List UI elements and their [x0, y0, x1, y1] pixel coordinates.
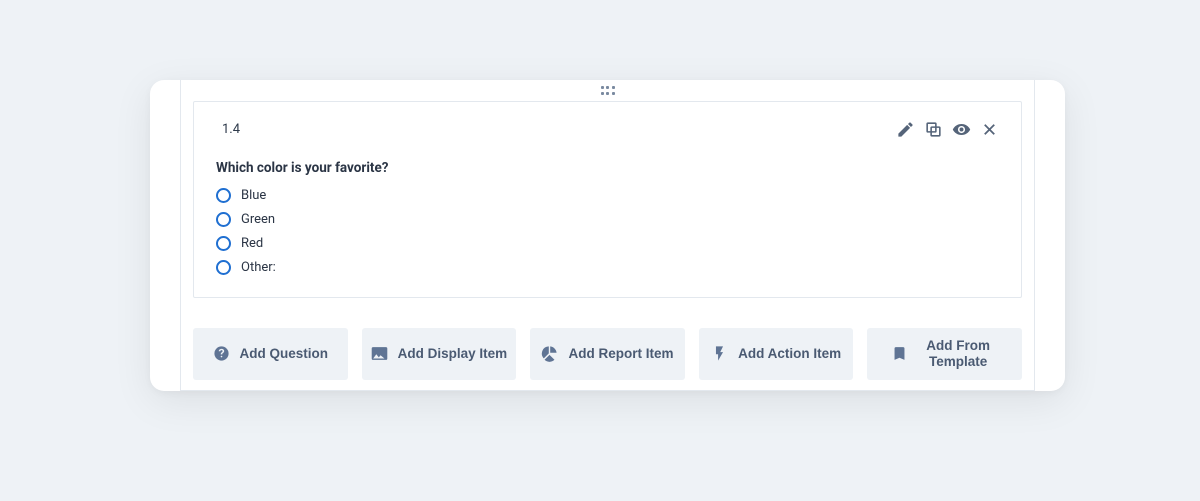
close-icon [980, 120, 999, 139]
lightning-icon [711, 345, 728, 362]
add-report-item-button[interactable]: Add Report Item [530, 328, 685, 380]
eye-icon [952, 120, 971, 139]
add-question-button[interactable]: Add Question [193, 328, 348, 380]
button-label: Add From Template [918, 338, 998, 370]
option-label: Green [241, 212, 275, 227]
button-label: Add Display Item [398, 346, 508, 362]
question-panel: 1.4 Which color is your favo [193, 101, 1022, 298]
radio-icon [216, 188, 231, 203]
question-number: 1.4 [216, 122, 240, 137]
grip-icon [601, 86, 615, 95]
radio-icon [216, 236, 231, 251]
edit-button[interactable] [895, 120, 915, 140]
card-inner: 1.4 Which color is your favo [180, 80, 1035, 391]
add-display-item-button[interactable]: Add Display Item [362, 328, 517, 380]
action-bar: Add Question Add Display Item Add Report… [181, 298, 1034, 380]
button-label: Add Report Item [568, 346, 673, 362]
question-toolbar [895, 120, 999, 140]
delete-button[interactable] [979, 120, 999, 140]
radio-icon [216, 260, 231, 275]
option-label: Red [241, 236, 263, 251]
question-prompt: Which color is your favorite? [216, 160, 999, 176]
duplicate-button[interactable] [923, 120, 943, 140]
add-action-item-button[interactable]: Add Action Item [699, 328, 854, 380]
option-label: Blue [241, 188, 266, 203]
option-label: Other: [241, 260, 276, 275]
add-from-template-button[interactable]: Add From Template [867, 328, 1022, 380]
button-label: Add Action Item [738, 346, 841, 362]
question-icon [213, 345, 230, 362]
option-item[interactable]: Green [216, 212, 999, 227]
radio-icon [216, 212, 231, 227]
image-icon [371, 345, 388, 362]
form-builder-card: 1.4 Which color is your favo [150, 80, 1065, 391]
copy-icon [924, 120, 943, 139]
pie-chart-icon [541, 345, 558, 362]
pencil-icon [896, 120, 915, 139]
bookmark-icon [891, 345, 908, 362]
button-label: Add Question [240, 346, 329, 362]
options-list: Blue Green Red Other: [216, 188, 999, 275]
option-item[interactable]: Other: [216, 260, 999, 275]
drag-handle[interactable] [181, 80, 1034, 101]
option-item[interactable]: Red [216, 236, 999, 251]
visibility-button[interactable] [951, 120, 971, 140]
option-item[interactable]: Blue [216, 188, 999, 203]
